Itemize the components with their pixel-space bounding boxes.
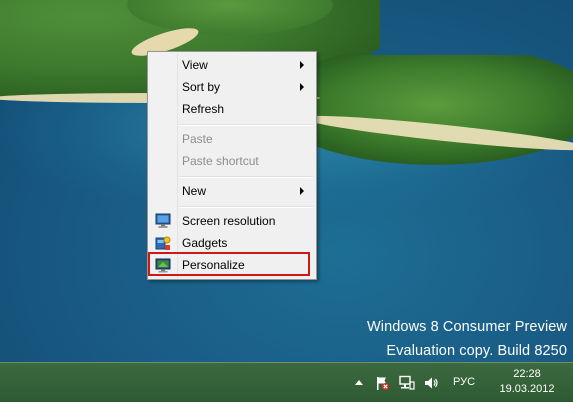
menu-item-screen-resolution[interactable]: Screen resolution (150, 210, 314, 232)
gadgets-icon (155, 236, 171, 250)
menu-item-view[interactable]: View (150, 54, 314, 76)
taskbar-clock-time[interactable]: 22:28 (495, 368, 559, 380)
menu-item-new[interactable]: New (150, 180, 314, 202)
desktop-context-menu: View Sort by Refresh Paste Paste shortcu… (147, 51, 317, 280)
submenu-arrow-icon (300, 187, 304, 195)
watermark-title: Windows 8 Consumer Preview (366, 319, 567, 335)
taskbar-clock-date[interactable]: 19.03.2012 (495, 383, 559, 395)
volume-icon[interactable] (423, 375, 439, 391)
input-language-indicator[interactable]: РУС (453, 376, 475, 388)
menu-item-sort-by[interactable]: Sort by (150, 76, 314, 98)
menu-separator (179, 176, 313, 178)
menu-item-gadgets[interactable]: Gadgets (150, 232, 314, 254)
menu-item-paste[interactable]: Paste (150, 128, 314, 150)
taskbar[interactable]: РУС 22:28 19.03.2012 (0, 362, 573, 402)
submenu-arrow-icon (300, 61, 304, 69)
personalize-highlight-box (148, 252, 310, 276)
menu-item-refresh[interactable]: Refresh (150, 98, 314, 120)
show-hidden-icons-icon[interactable] (351, 375, 367, 391)
wallpaper-island (110, 0, 350, 40)
monitor-icon (155, 213, 171, 228)
menu-separator (179, 206, 313, 208)
submenu-arrow-icon (300, 83, 304, 91)
network-icon[interactable] (399, 375, 415, 391)
menu-separator (179, 124, 313, 126)
menu-item-paste-shortcut[interactable]: Paste shortcut (150, 150, 314, 172)
action-center-flag-icon[interactable] (374, 375, 390, 391)
watermark-build: Evaluation copy. Build 8250 (386, 343, 567, 359)
